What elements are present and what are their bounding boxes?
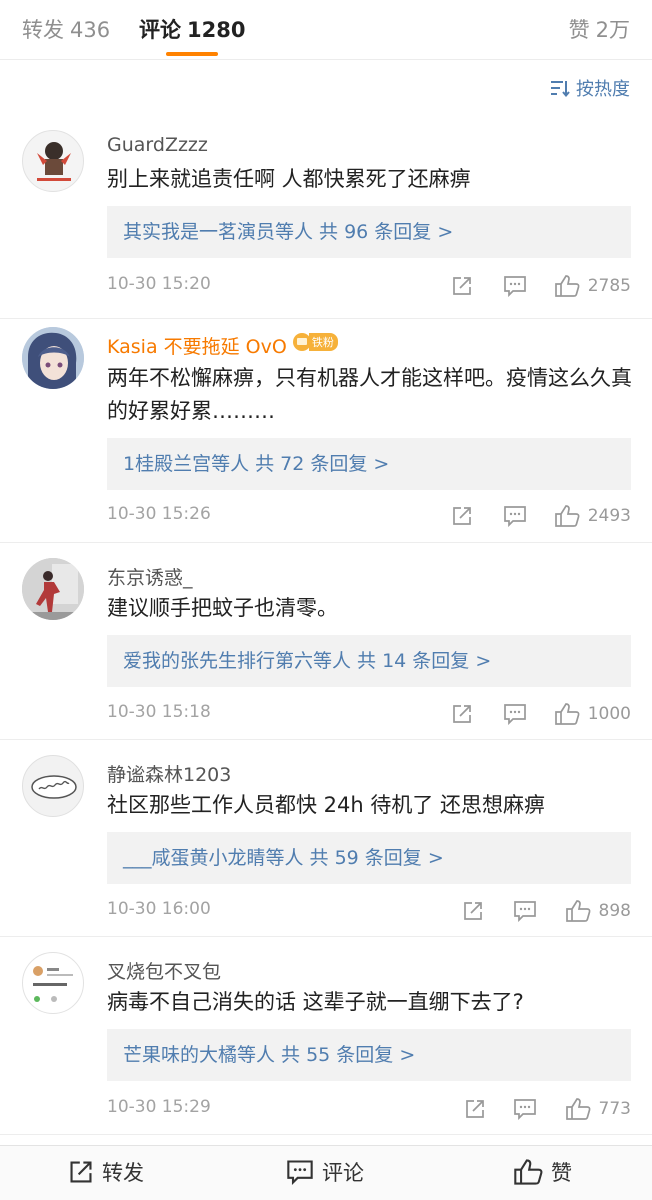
tab-likes-count: 2万: [595, 18, 630, 42]
comment-time: 10-30 15:20: [107, 274, 211, 294]
thumbs-up-icon: [565, 900, 591, 922]
share-icon: [464, 902, 482, 920]
sort-label: 按热度: [576, 79, 630, 100]
tab-likes-label: 赞: [568, 18, 590, 42]
bottom-comment-label: 评论: [322, 1161, 364, 1185]
comment-meta: 10-30 15:29 773: [107, 1096, 631, 1122]
comment-icon: [504, 704, 526, 725]
thumbs-up-icon: [565, 1098, 591, 1120]
comment-icon: [504, 276, 526, 297]
like-count: 1000: [587, 704, 631, 724]
like-button[interactable]: 1000: [554, 701, 631, 727]
comment-text: 病毒不自己消失的话 这辈子就一直绷下去了?: [107, 990, 524, 1014]
replies-link[interactable]: 芒果味的大橘等人 共 55 条回复 >: [107, 1029, 631, 1081]
like-button[interactable]: 2493: [554, 503, 631, 529]
avatar[interactable]: [22, 327, 84, 389]
comment-item: 静谧森林1203 社区那些工作人员都快 24h 待机了 还思想麻痹 ___咸蛋黄…: [0, 740, 652, 937]
avatar[interactable]: [22, 755, 84, 817]
bottom-like-label: 赞: [551, 1161, 572, 1185]
commenter-name[interactable]: 东京诱惑_: [107, 563, 193, 590]
comment-text: 建议顺手把蚊子也清零。: [107, 596, 338, 620]
comment-meta: 10-30 16:00 898: [107, 898, 631, 924]
like-count: 773: [598, 1099, 631, 1119]
comment-item: GuardZzzz 别上来就追责任啊 人都快累死了还麻痹 其实我是一茗演员等人 …: [0, 112, 652, 319]
comment-icon: [504, 506, 526, 527]
commenter-name[interactable]: GuardZzzz: [107, 134, 208, 156]
commenter-name[interactable]: 叉烧包不叉包: [107, 957, 221, 984]
crown-icon: [292, 333, 311, 351]
repost-button[interactable]: [464, 1096, 486, 1122]
share-icon: [453, 705, 471, 723]
comment-time: 10-30 15:26: [107, 504, 211, 524]
like-count: 898: [598, 901, 631, 921]
replies-link[interactable]: 其实我是一茗演员等人 共 96 条回复 >: [107, 206, 631, 258]
share-icon: [453, 507, 471, 525]
like-button[interactable]: 2785: [554, 273, 631, 299]
share-icon: [466, 1100, 484, 1118]
like-count: 2493: [587, 506, 631, 526]
avatar[interactable]: [22, 952, 84, 1014]
comment-icon: [287, 1160, 313, 1185]
fan-badge: 铁粉: [292, 333, 338, 351]
thumbs-up-icon: [554, 275, 580, 297]
comment-button[interactable]: [513, 1096, 537, 1122]
active-tab-indicator: [166, 52, 218, 56]
commenter-name-text: Kasia 不要拖延 OvO: [107, 336, 287, 358]
comment-text: 社区那些工作人员都快 24h 待机了 还思想麻痹: [107, 793, 546, 817]
repost-button[interactable]: [462, 898, 484, 924]
comment-text: 两年不松懈麻痹，只有机器人才能这样吧。疫情这么久真的好累好累………: [107, 366, 632, 423]
like-count: 2785: [587, 276, 631, 296]
comment-item: 东京诱惑_ 建议顺手把蚊子也清零。 爱我的张先生排行第六等人 共 14 条回复 …: [0, 543, 652, 740]
bottom-repost-label: 转发: [102, 1161, 144, 1185]
tab-comments-label: 评论: [139, 18, 181, 42]
comment-item: 叉烧包不叉包 病毒不自己消失的话 这辈子就一直绷下去了? 芒果味的大橘等人 共 …: [0, 937, 652, 1135]
fan-badge-label: 铁粉: [308, 333, 338, 351]
bottom-comment-button[interactable]: 评论: [286, 1158, 364, 1186]
thumbs-up-icon: [514, 1159, 543, 1185]
comment-icon: [514, 1099, 536, 1120]
sort-icon: [551, 81, 570, 97]
comment-button[interactable]: [503, 701, 527, 727]
repost-button[interactable]: [451, 701, 473, 727]
comment-button[interactable]: [513, 898, 537, 924]
comment-time: 10-30 16:00: [107, 899, 211, 919]
share-icon: [70, 1161, 92, 1183]
comment-text: 别上来就追责任啊 人都快累死了还麻痹: [107, 167, 471, 191]
bottom-repost-button[interactable]: 转发: [68, 1158, 144, 1186]
repost-button[interactable]: [451, 503, 473, 529]
commenter-name[interactable]: Kasia 不要拖延 OvO 铁粉: [107, 332, 338, 359]
tab-likes[interactable]: 赞 2万: [569, 14, 630, 44]
like-button[interactable]: 898: [565, 898, 631, 924]
comment-meta: 10-30 15:18 1000: [107, 701, 631, 727]
bottom-action-bar: 转发 评论 赞: [0, 1145, 652, 1200]
comment-meta: 10-30 15:20 2785: [107, 273, 631, 299]
like-button[interactable]: 773: [565, 1096, 631, 1122]
tab-reposts-label: 转发: [22, 18, 64, 42]
comment-icon: [514, 901, 536, 922]
tab-bar: 转发 436 评论 1280 赞 2万: [0, 0, 652, 60]
share-icon: [453, 277, 471, 295]
bottom-like-button[interactable]: 赞: [513, 1158, 572, 1186]
repost-button[interactable]: [451, 273, 473, 299]
comment-button[interactable]: [503, 503, 527, 529]
comment-item: Kasia 不要拖延 OvO 铁粉 两年不松懈麻痹，只有机器人才能这样吧。疫情这么…: [0, 319, 652, 543]
comment-time: 10-30 15:29: [107, 1097, 211, 1117]
avatar[interactable]: [22, 130, 84, 192]
avatar[interactable]: [22, 558, 84, 620]
thumbs-up-icon: [554, 703, 580, 725]
replies-link[interactable]: 1桂殿兰宫等人 共 72 条回复 >: [107, 438, 631, 490]
tab-reposts-count: 436: [70, 18, 111, 42]
tab-comments[interactable]: 评论 1280: [139, 14, 245, 44]
commenter-name[interactable]: 静谧森林1203: [107, 760, 231, 787]
tab-comments-count: 1280: [187, 18, 246, 42]
sort-by-hot-button[interactable]: 按热度: [550, 76, 630, 100]
thumbs-up-icon: [554, 505, 580, 527]
comment-meta: 10-30 15:26 2493: [107, 503, 631, 529]
comment-button[interactable]: [503, 273, 527, 299]
tab-reposts[interactable]: 转发 436: [22, 14, 110, 44]
replies-link[interactable]: ___咸蛋黄小龙睛等人 共 59 条回复 >: [107, 832, 631, 884]
replies-link[interactable]: 爱我的张先生排行第六等人 共 14 条回复 >: [107, 635, 631, 687]
comment-time: 10-30 15:18: [107, 702, 211, 722]
